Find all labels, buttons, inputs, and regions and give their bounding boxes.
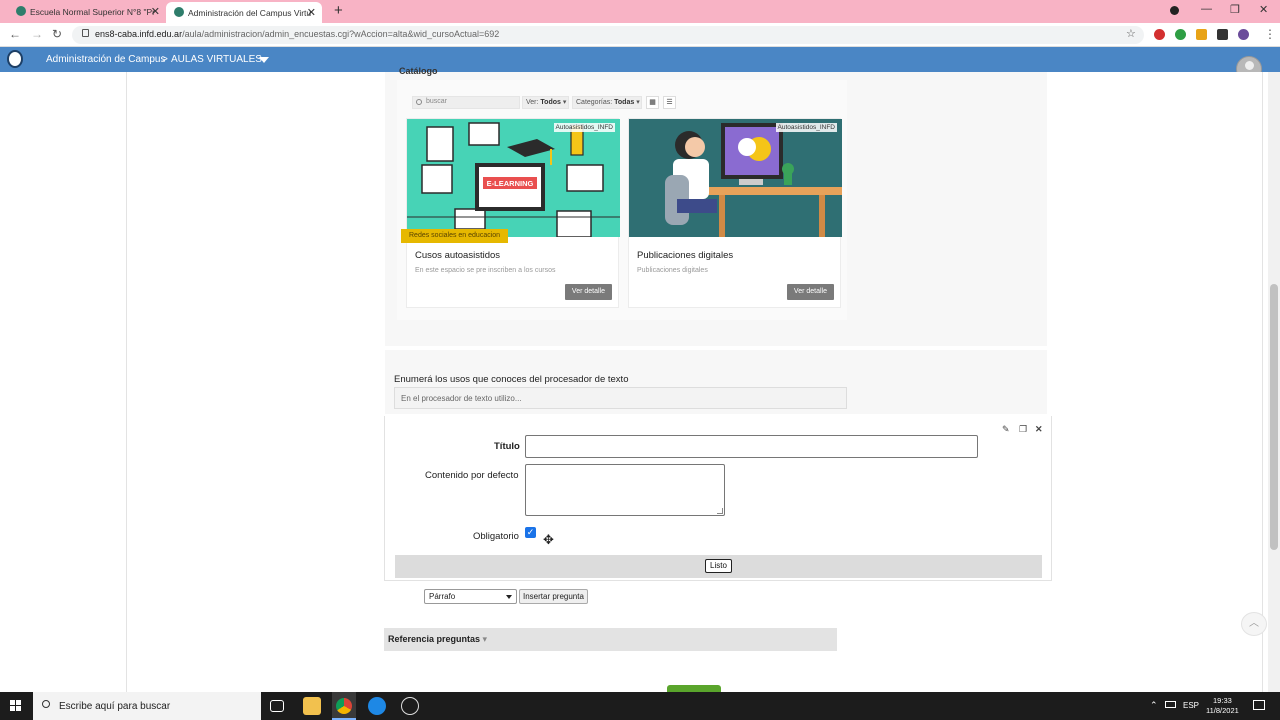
resize-grip-icon[interactable] [717,508,723,514]
breadcrumb-aulas-virtuales[interactable]: AULAS VIRTUALES [171,54,262,65]
new-tab-icon[interactable]: + [334,2,343,19]
taskbar-search-input[interactable]: Escribe aquí para buscar [33,692,261,720]
taskbar-clock[interactable]: 19:33 11/8/2021 [1206,696,1239,716]
browser-tab-admin-campus[interactable]: Administración del Campus Virtu ✕ [166,2,322,23]
tab-title: Escuela Normal Superior N°8 "Pr [30,6,155,17]
lock-icon[interactable] [82,29,89,37]
catalog-title: Catálogo [399,66,438,76]
card-title[interactable]: Publicaciones digitales [637,250,733,261]
bookmark-star-icon[interactable]: ☆ [1126,27,1136,40]
campus-logo-icon[interactable] [7,50,23,68]
extension-shield-icon[interactable] [1175,29,1186,40]
close-icon[interactable]: ✕ [1035,424,1043,435]
ver-detalle-button[interactable]: Ver detalle [786,284,834,300]
listo-button[interactable]: Listo [705,559,732,573]
ver-detalle-button[interactable]: Ver detalle [564,284,612,300]
os-taskbar: Escribe aquí para buscar ⌃ ESP 19:33 11/… [0,692,1280,720]
obligatorio-checkbox[interactable]: ✓ [525,527,536,538]
card-image-elearning: E-LEARNING [407,119,620,237]
browser-toolbar: ← → ↻ ens8-caba.infd.edu.ar/aula/adminis… [0,23,1280,47]
card-image-workspace [629,119,842,237]
search-icon [42,700,50,708]
chevron-down-icon [506,595,512,599]
scrollbar-thumb[interactable] [1270,284,1278,550]
card-ribbon-label: Redes sociales en educacion [401,229,509,243]
question-edit-form: ✎ ❐ ✕ Título Contenido por defecto Oblig… [384,416,1052,581]
card-category-tag: Autoasistidos_INFD [775,123,837,132]
site-favicon-icon [16,6,26,16]
chevron-down-icon[interactable] [259,57,269,63]
battery-icon[interactable] [1165,701,1176,708]
contenido-label: Contenido por defecto [425,470,519,481]
notifications-icon[interactable] [1253,700,1265,710]
pencil-icon[interactable]: ✎ [1002,424,1010,435]
tab-title: Administración del Campus Virtu [188,7,312,18]
catalog-filter-ver[interactable]: Ver: Todos ▾ [522,96,569,109]
card-description: Publicaciones digitales [637,267,708,274]
referencia-preguntas-toggle[interactable]: Referencia preguntas ▾ [384,628,837,651]
profile-avatar-icon[interactable] [1238,29,1249,40]
question-label: Enumerá los usos que conoces del procesa… [394,374,629,385]
question-answer-input[interactable]: En el procesador de texto utilizo... [394,387,847,409]
catalog-card-publicaciones[interactable]: Autoasistidos_INFD Publicaciones digital… [628,118,842,308]
titulo-input[interactable] [525,435,978,458]
browser-tab-escuela[interactable]: Escuela Normal Superior N°8 "Pr ✕ [16,0,160,23]
obligatorio-label: Obligatorio [473,531,519,542]
card-description: En este espacio se pre inscriben a los c… [415,267,556,274]
scroll-to-top-button[interactable]: ︿ [1241,612,1267,636]
chrome-icon [336,698,352,714]
contenido-textarea[interactable] [525,464,725,516]
page-scrollbar[interactable] [1268,72,1280,692]
breadcrumb-admin-campus[interactable]: Administración de Campus [46,54,166,65]
app-clock-icon[interactable] [401,697,419,715]
card-title[interactable]: Cusos autoasistidos [415,250,500,261]
file-explorer-icon[interactable] [303,697,321,715]
extensions-puzzle-icon[interactable] [1217,29,1228,40]
elearning-image-text: E-LEARNING [487,179,534,188]
extension-red-icon[interactable] [1154,29,1165,40]
browser-menu-icon[interactable]: ⋮ [1264,27,1276,41]
insertar-pregunta-button[interactable]: Insertar pregunta [519,589,588,604]
reload-icon[interactable]: ↻ [52,27,62,41]
catalog-filter-categorias[interactable]: Categorías: Todas ▾ [572,96,642,109]
site-favicon-icon [174,7,184,17]
catalog-card-cursos[interactable]: E-LEARNING Autoasistidos_INFD Redes soci… [401,118,620,308]
card-category-tag: Autoasistidos_INFD [553,123,615,132]
restore-icon[interactable]: ❐ [1230,3,1240,16]
task-view-icon[interactable] [270,700,284,712]
chrome-taskbar-button[interactable] [332,692,356,720]
duplicate-icon[interactable]: ❐ [1019,424,1027,435]
windows-start-icon[interactable] [10,700,22,712]
chevron-down-icon: ▾ [482,634,488,644]
language-indicator[interactable]: ESP [1183,701,1199,710]
address-bar[interactable]: ens8-caba.infd.edu.ar/aula/administracio… [72,26,1144,44]
forward-icon[interactable]: → [31,27,43,41]
titulo-label: Título [494,441,520,452]
profile-dropdown-icon[interactable] [1170,6,1179,15]
move-cursor-icon: ✥ [543,532,554,547]
catalog-search-input[interactable]: buscar [412,96,520,109]
edge-icon[interactable] [368,697,386,715]
question-type-select[interactable]: Párrafo [424,589,517,604]
question-preview: Enumerá los usos que conoces del procesa… [385,350,1047,414]
back-icon[interactable]: ← [9,27,21,41]
breadcrumb-separator: > [162,54,168,65]
tray-chevron-up-icon[interactable]: ⌃ [1150,700,1158,711]
url-text: ens8-caba.infd.edu.ar/aula/administracio… [95,29,500,39]
window-close-icon[interactable]: ✕ [1259,3,1268,16]
list-view-icon[interactable]: ☰ [663,96,676,109]
tab-close-icon[interactable]: ✕ [151,5,160,18]
extension-yellow-icon[interactable] [1196,29,1207,40]
listo-bar: Listo [395,555,1042,578]
minimize-icon[interactable]: — [1201,3,1212,15]
tab-close-icon[interactable]: ✕ [307,6,316,19]
search-icon [416,99,422,105]
browser-tab-strip: Escuela Normal Superior N°8 "Pr ✕ Admini… [0,0,1280,23]
chevron-up-icon: ︿ [1249,618,1259,629]
grid-view-icon[interactable]: ▦ [646,96,659,109]
app-header: Administración de Campus > AULAS VIRTUAL… [0,47,1280,72]
